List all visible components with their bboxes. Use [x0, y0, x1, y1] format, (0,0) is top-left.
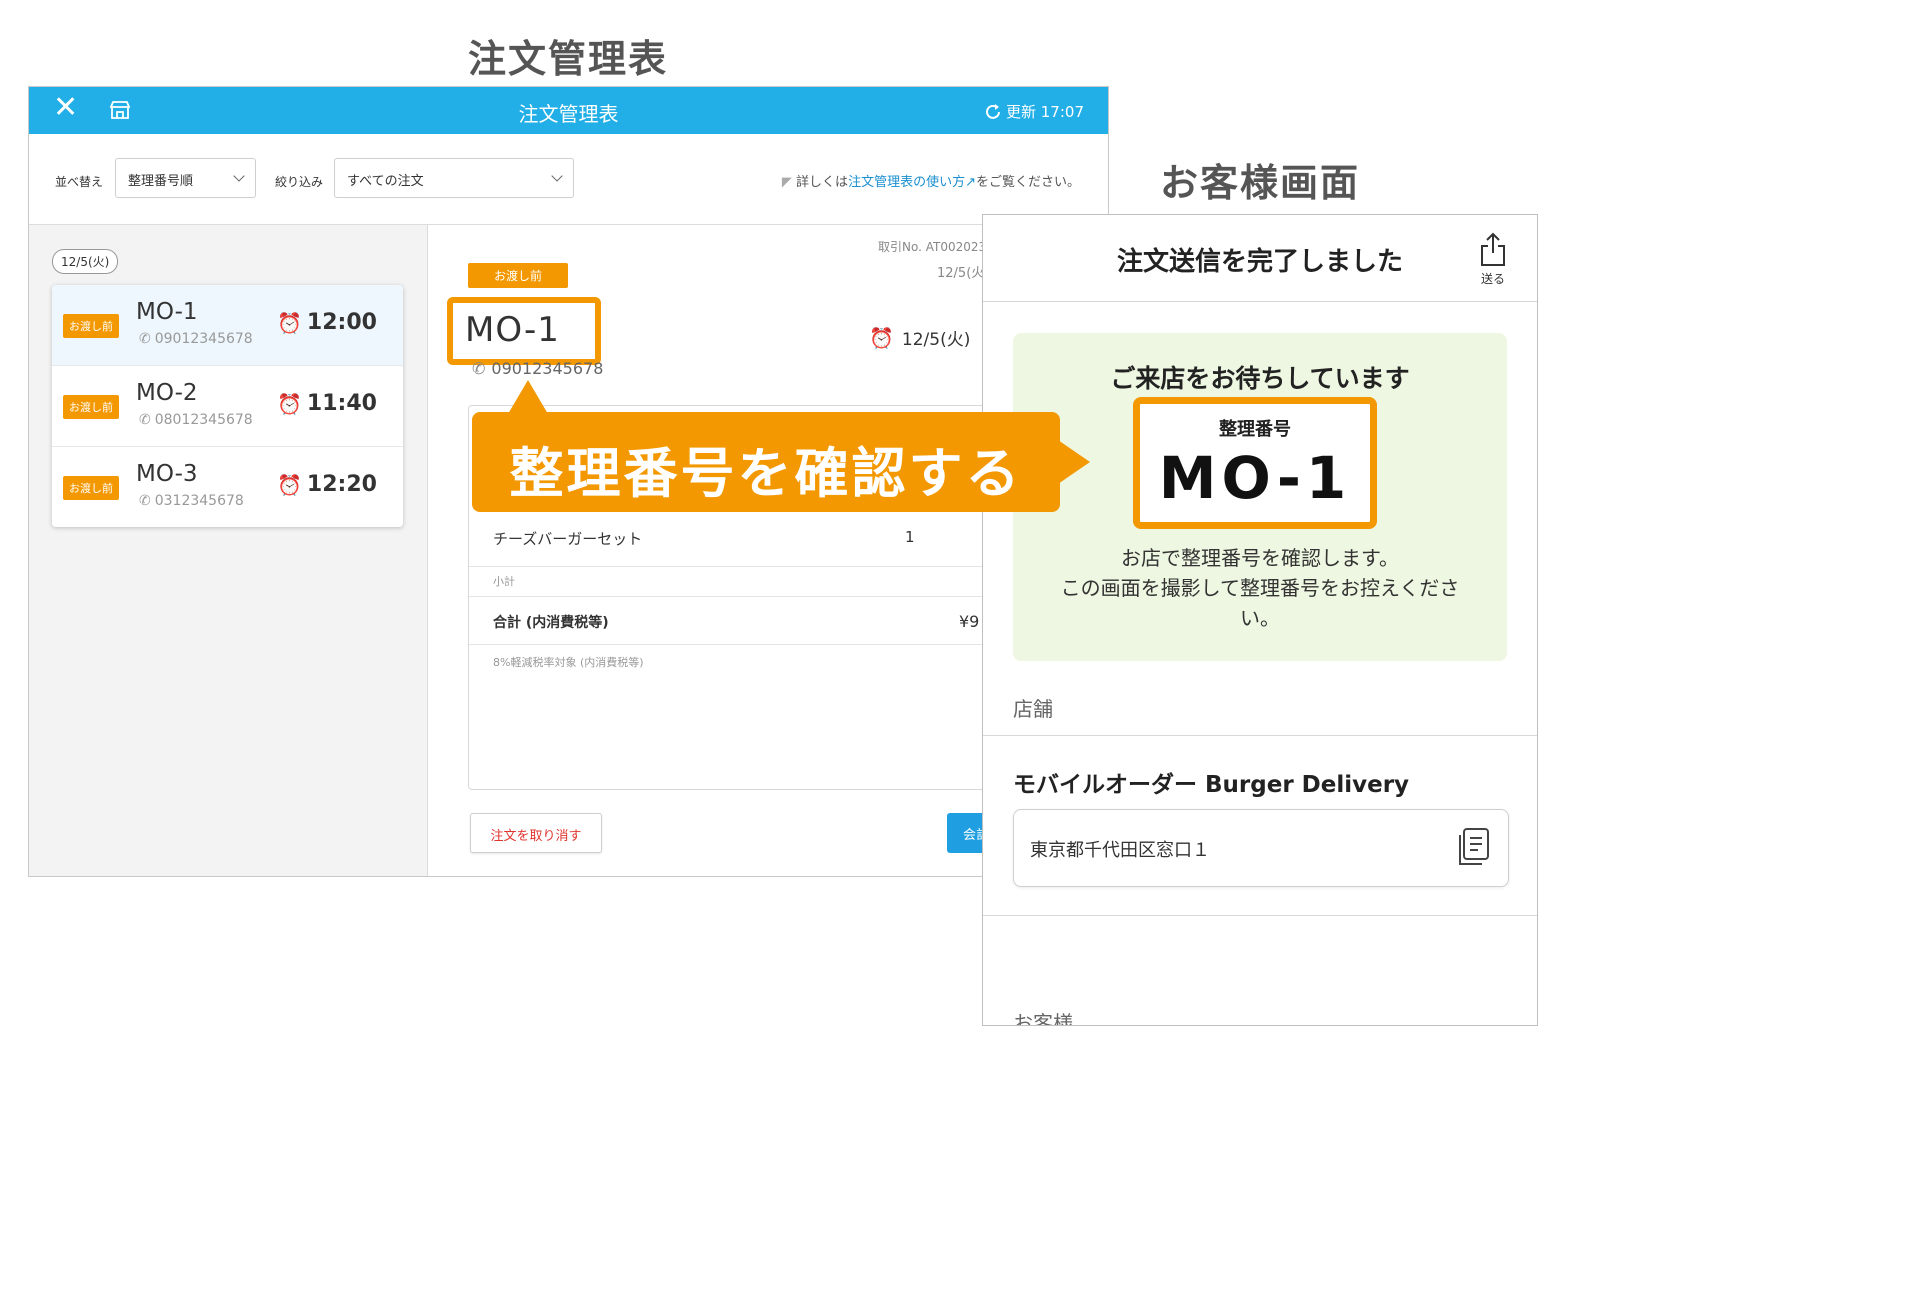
phone-icon: ✆ [139, 493, 151, 509]
share-icon [1481, 232, 1505, 266]
caption-customer-screen: お客様画面 [1160, 161, 1361, 205]
copy-icon[interactable] [1454, 826, 1492, 872]
alarm-clock-icon: ⏰ [869, 325, 894, 350]
address-box: 東京都千代田区窓口１ [1013, 809, 1509, 887]
phone-number: 08012345678 [154, 412, 253, 428]
sort-label: 並べ替え [55, 175, 104, 189]
order-number: MO-1 [1158, 444, 1352, 512]
waiting-message: ご来店をお待ちしています [1110, 364, 1410, 393]
alarm-clock-icon: ⏰ [277, 310, 302, 335]
instruction-line: この画面を撮影して整理番号をお控えくださ [1060, 576, 1460, 600]
external-link-icon: ↗ [965, 175, 976, 190]
store-name: モバイルオーダー Burger Delivery [1013, 772, 1410, 798]
subtotal-label: 小計 [493, 575, 515, 588]
share-button[interactable]: 送る [1479, 231, 1507, 287]
total-value: ¥9 [959, 612, 980, 631]
tax-note: 8%軽減税率対象 (内消費税等) [493, 656, 644, 669]
filter-select-value: すべての注文 [347, 174, 424, 189]
filter-bar: 並べ替え 整理番号順 絞り込み すべての注文 ◤ 詳しくは注文管理表の使い方↗を… [29, 134, 1108, 225]
order-phone: ✆ 09012345678 [472, 359, 603, 378]
customer-header: 注文送信を完了しました 送る [983, 215, 1537, 302]
store-address: 東京都千代田区窓口１ [1030, 840, 1210, 861]
phone-icon: ✆ [472, 359, 486, 378]
item-quantity: 1 [905, 528, 915, 546]
order-number: MO-1 [465, 310, 560, 350]
phone-number: 09012345678 [491, 359, 604, 378]
pickup-time: 12:20 [306, 472, 377, 497]
divider [983, 915, 1537, 916]
alarm-clock-icon: ⏰ [277, 472, 302, 497]
date-chip: 12/5(火) [52, 249, 119, 274]
chevron-down-icon [233, 170, 245, 182]
status-badge: お渡し前 [468, 263, 569, 288]
number-label: 整理番号 [1219, 419, 1291, 440]
list-item[interactable]: お渡し前 MO-3 ✆ 0312345678 ⏰ 12:20 [52, 447, 403, 527]
pickup-date-value: 12/5(火) [901, 330, 971, 350]
beginner-mark-icon: ◤ [781, 175, 792, 190]
phone-number: 0312345678 [154, 493, 244, 509]
total-label: 合計 (内消費税等) [493, 615, 609, 631]
completion-title: 注文送信を完了しました [1116, 247, 1403, 277]
cancel-order-label: 注文を取り消す [490, 829, 582, 844]
customer-screen: 注文送信を完了しました 送る ご来店をお待ちしています 整理番号 MO-1 お店… [982, 214, 1538, 1026]
order-number: MO-2 [136, 380, 198, 406]
order-phone: ✆ 09012345678 [139, 331, 253, 347]
phone-number: 09012345678 [154, 331, 253, 347]
app-header: ✕ 注文管理表 更新 17:07 [29, 87, 1108, 134]
refresh-icon [986, 103, 1000, 119]
refresh-label: 更新 17:07 [1006, 103, 1084, 121]
refresh-button[interactable]: 更新 17:07 [983, 101, 1084, 122]
transaction-number: 取引No. AT0020231 [878, 240, 994, 254]
order-list-pane: 12/5(火) お渡し前 MO-1 ✆ 09012345678 ⏰ 12:00 お渡… [29, 225, 428, 876]
instruction-line: い。 [1240, 606, 1280, 630]
help-link[interactable]: 注文管理表の使い方 [848, 175, 965, 190]
order-time: ⏰ 12:00 [277, 310, 377, 335]
order-number-highlight: MO-1 [447, 297, 601, 365]
order-phone: ✆ 08012345678 [139, 412, 253, 428]
phone-icon: ✆ [139, 331, 151, 347]
help-text: ◤ 詳しくは注文管理表の使い方↗をご覧ください。 [782, 171, 1080, 190]
number-highlight: 整理番号 MO-1 [1133, 397, 1377, 529]
order-phone: ✆ 0312345678 [139, 493, 244, 509]
status-badge: お渡し前 [63, 314, 119, 338]
callout-banner: 整理番号を確認する [472, 412, 1060, 512]
order-number: MO-1 [136, 299, 198, 325]
pickup-time: 11:40 [306, 391, 377, 416]
callout-pointer-right [1058, 440, 1090, 484]
waiting-panel: ご来店をお待ちしています 整理番号 MO-1 お店で整理番号を確認します。 この… [1013, 333, 1507, 661]
customer-section-label: お客様 [1013, 1011, 1073, 1026]
help-suffix: をご覧ください。 [975, 175, 1080, 190]
phone-icon: ✆ [139, 412, 151, 428]
cancel-order-button[interactable]: 注文を取り消す [470, 813, 602, 853]
item-name: チーズバーガーセット [493, 530, 643, 548]
order-time: ⏰ 12:20 [277, 472, 377, 497]
status-badge: お渡し前 [63, 476, 119, 500]
list-item[interactable]: お渡し前 MO-2 ✆ 08012345678 ⏰ 11:40 [52, 366, 403, 447]
callout-text: 整理番号を確認する [509, 442, 1023, 505]
alarm-clock-icon: ⏰ [277, 391, 302, 416]
help-prefix: 詳しくは [796, 175, 849, 190]
order-time: ⏰ 11:40 [277, 391, 377, 416]
order-number: MO-3 [136, 461, 198, 487]
filter-select[interactable]: すべての注文 [334, 158, 574, 198]
share-label: 送る [1480, 272, 1505, 286]
chevron-down-icon [551, 170, 563, 182]
transaction-date: 12/5(火 [937, 266, 985, 281]
sort-select[interactable]: 整理番号順 [115, 158, 256, 198]
list-item[interactable]: お渡し前 MO-1 ✆ 09012345678 ⏰ 12:00 [52, 285, 403, 366]
page-title: 注文管理表 [518, 102, 619, 126]
filter-label: 絞り込み [275, 175, 324, 189]
caption-order-management: 注文管理表 [468, 37, 669, 81]
status-badge: お渡し前 [63, 395, 119, 419]
divider [983, 735, 1537, 736]
instruction-line: お店で整理番号を確認します。 [1121, 546, 1399, 570]
store-section-label: 店舗 [1013, 697, 1053, 721]
pickup-time: 12:00 [306, 310, 377, 335]
pickup-date: ⏰ 12/5(火) [869, 325, 971, 351]
instructions: お店で整理番号を確認します。 この画面を撮影して整理番号をお控えくださ い。 [1037, 543, 1483, 633]
order-list: お渡し前 MO-1 ✆ 09012345678 ⏰ 12:00 お渡し前 MO-2 … [52, 285, 403, 527]
callout-pointer-up [508, 380, 548, 414]
sort-select-value: 整理番号順 [128, 174, 194, 189]
